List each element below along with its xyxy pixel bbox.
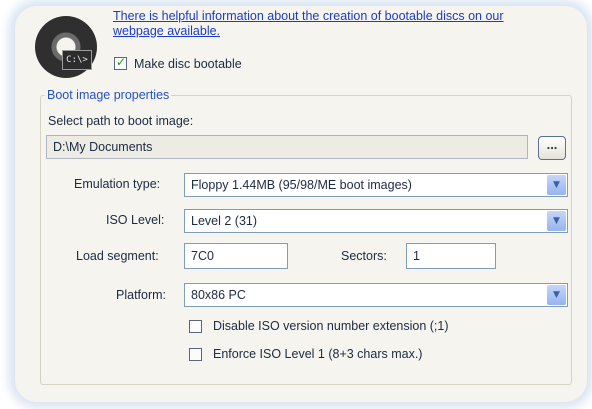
boot-path-field[interactable]: D:\My Documents [46, 135, 528, 159]
sectors-input[interactable]: 1 [406, 243, 496, 269]
help-link-continued[interactable]: webpage available. [113, 24, 220, 39]
make-bootable-label: Make disc bootable [134, 57, 242, 71]
boot-image-group-title: Boot image properties [45, 88, 172, 102]
emulation-type-value: Floppy 1.44MB (95/98/ME boot images) [191, 178, 412, 192]
load-segment-input[interactable]: 7C0 [184, 243, 288, 269]
disable-iso-extension-label: Disable ISO version number extension (;1… [213, 319, 449, 333]
iso-level-label: ISO Level: [106, 213, 165, 227]
iso-level-value: Level 2 (31) [191, 214, 258, 228]
boot-path-label: Select path to boot image: [48, 114, 194, 128]
chevron-down-icon[interactable]: ▼ [547, 175, 566, 195]
load-segment-label: Load segment: [76, 249, 159, 263]
make-bootable-checkbox[interactable] [114, 55, 127, 70]
emulation-type-select[interactable]: Floppy 1.44MB (95/98/ME boot images) ▼ [184, 173, 568, 197]
platform-label: Platform: [116, 288, 167, 302]
browse-button[interactable]: ... [538, 136, 566, 160]
disable-iso-extension-checkbox[interactable] [189, 320, 202, 333]
emulation-type-label: Emulation type: [74, 177, 161, 191]
enforce-iso-level1-label: Enforce ISO Level 1 (8+3 chars max.) [213, 347, 423, 361]
iso-level-select[interactable]: Level 2 (31) ▼ [184, 209, 568, 233]
chevron-down-icon[interactable]: ▼ [547, 285, 566, 305]
platform-value: 80x86 PC [191, 288, 246, 302]
command-prompt-icon: C:\> [62, 50, 92, 70]
chevron-down-icon[interactable]: ▼ [547, 211, 566, 231]
enforce-iso-level1-checkbox[interactable] [189, 348, 202, 361]
help-link[interactable]: There is helpful information about the c… [113, 9, 573, 24]
sectors-label: Sectors: [341, 249, 387, 263]
platform-select[interactable]: 80x86 PC ▼ [184, 283, 568, 307]
